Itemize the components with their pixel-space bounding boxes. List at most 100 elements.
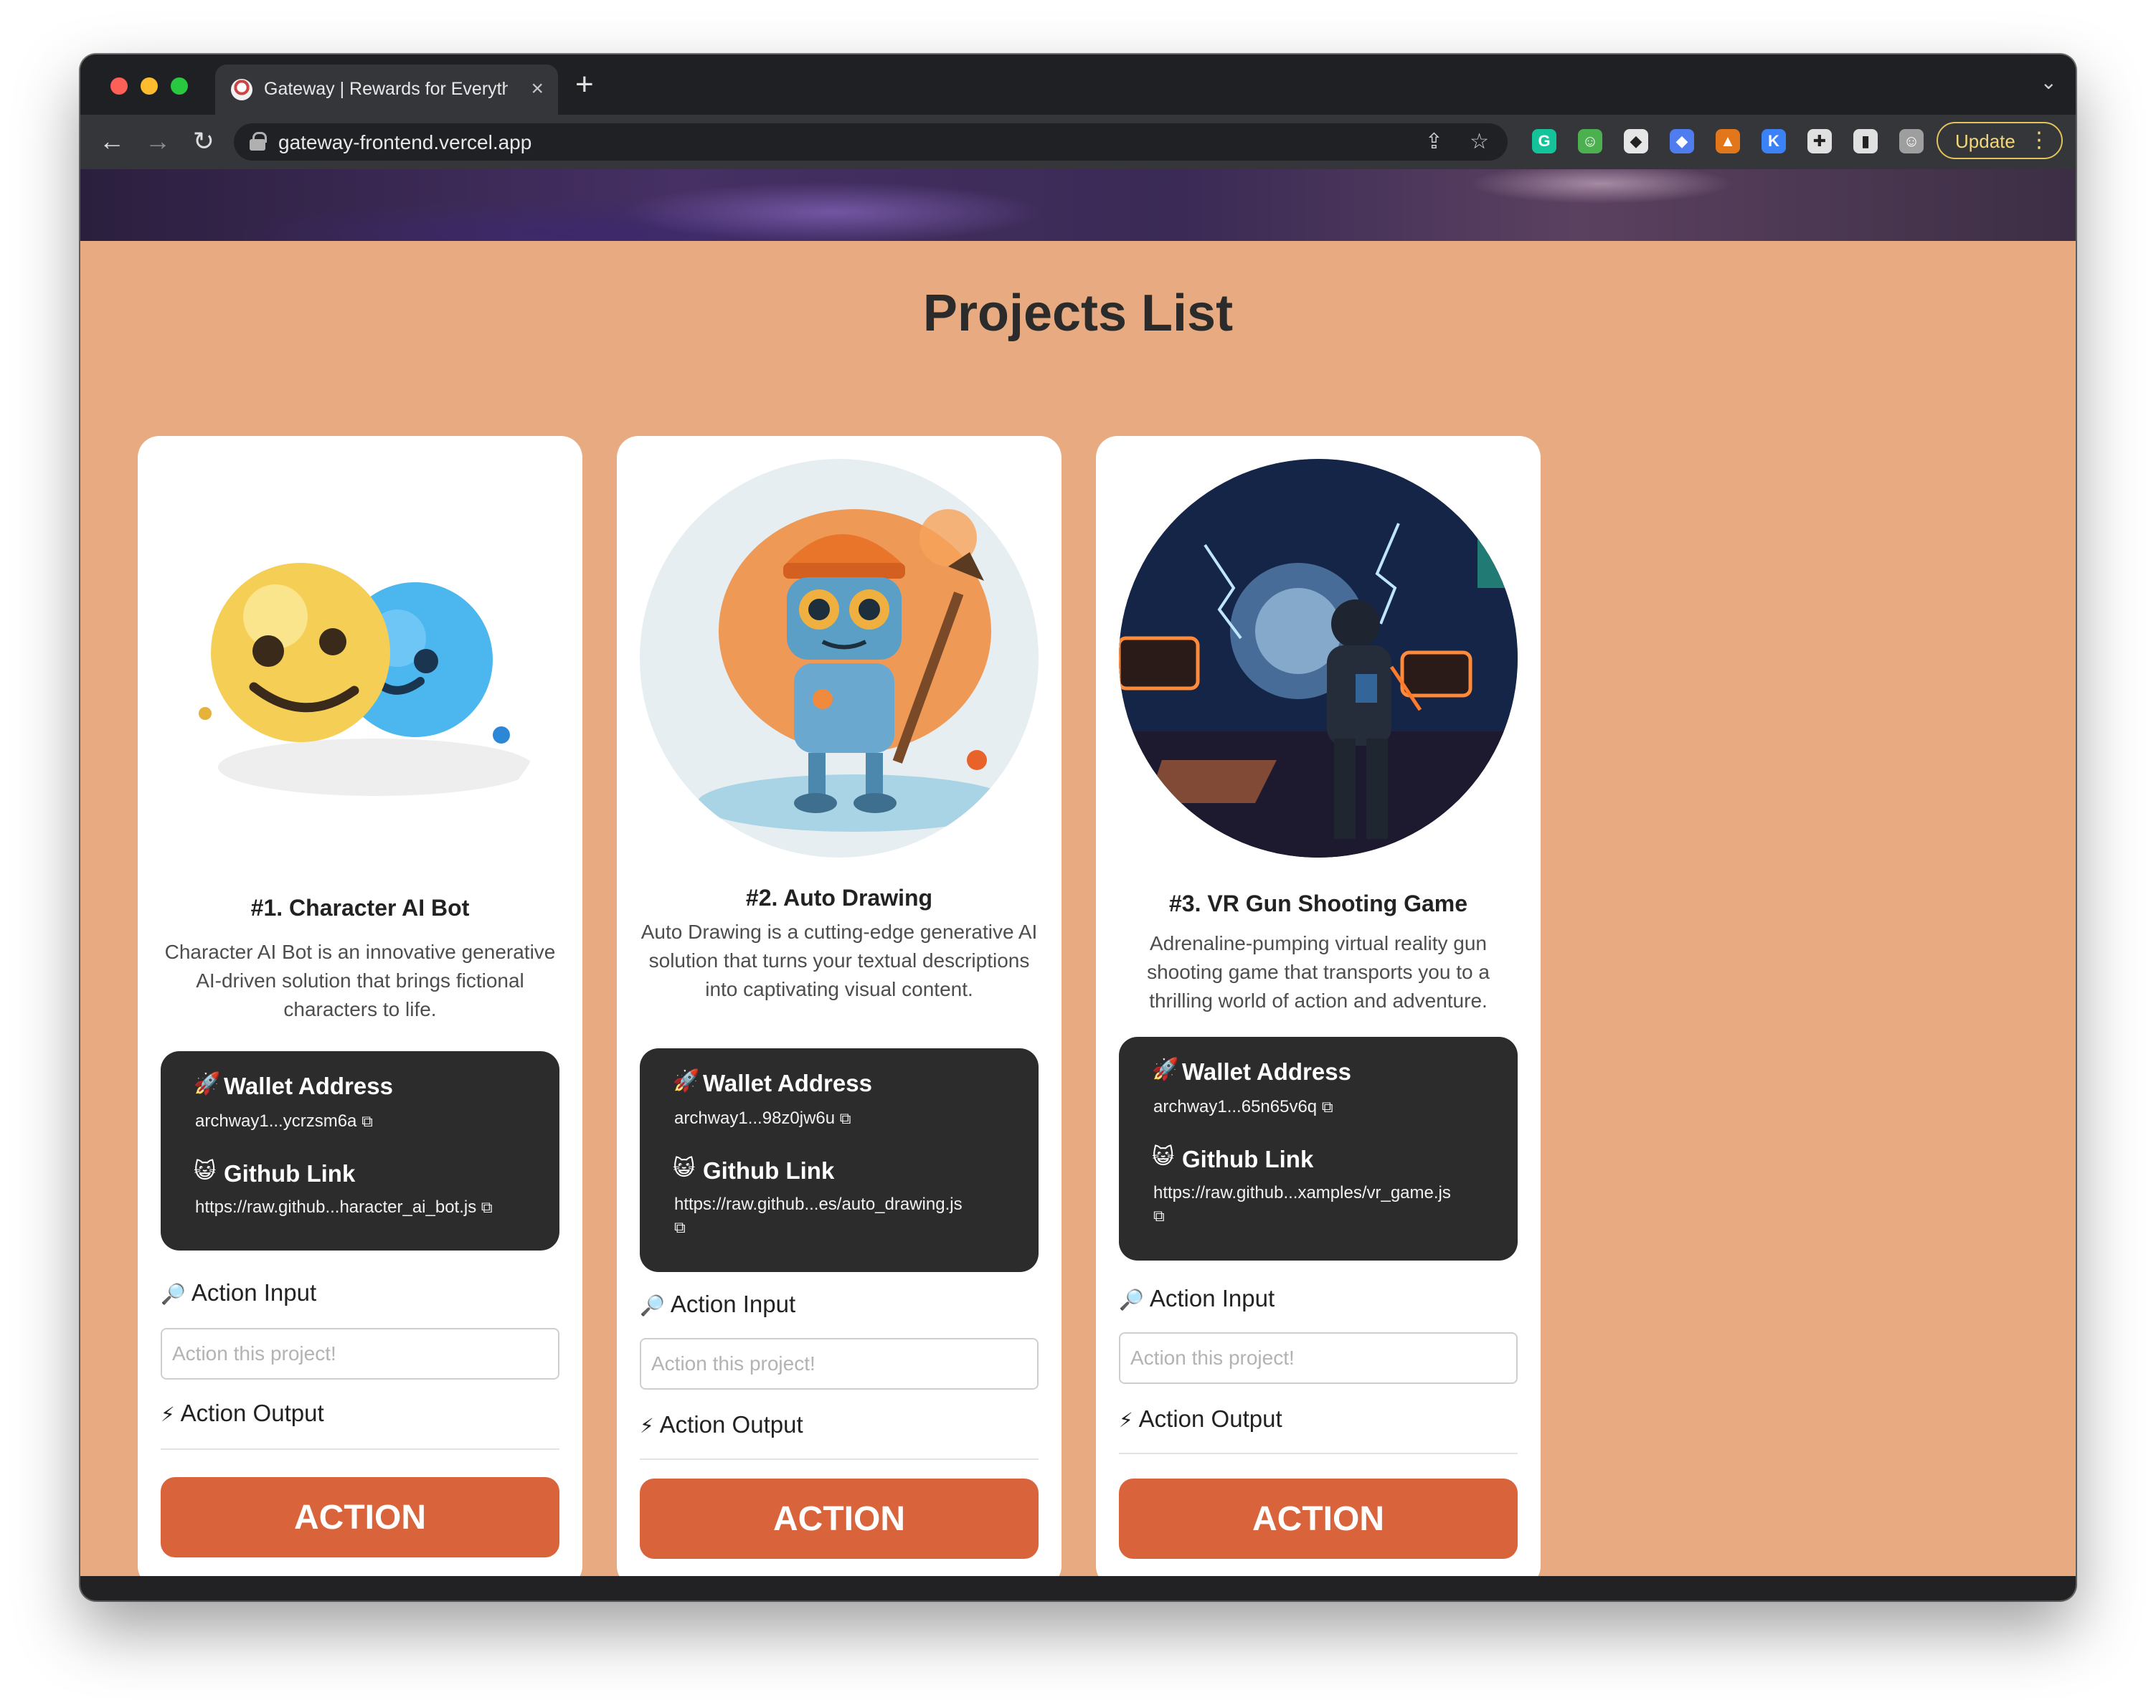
cat-icon: 😺	[673, 1157, 696, 1180]
puzzle-extensions-icon[interactable]: ✚	[1807, 129, 1832, 153]
github-link-value[interactable]: https://raw.github...es/auto_drawing.js	[674, 1195, 963, 1214]
action-output-label-text: Action Output	[659, 1411, 803, 1438]
action-button[interactable]: ACTION	[1119, 1479, 1518, 1559]
copy-icon[interactable]: ⧉	[840, 1109, 851, 1127]
keplr-extension-icon[interactable]: K	[1762, 129, 1786, 153]
wallet-address-row: archway1...ycrzsm6a ⧉	[195, 1110, 539, 1133]
wallet-address-value: archway1...98z0jw6u	[674, 1109, 836, 1128]
output-divider	[161, 1448, 559, 1450]
share-icon[interactable]: ⇪	[1425, 129, 1443, 154]
action-input-label: 🔎 Action Input	[1119, 1285, 1275, 1312]
gem-extension-icon[interactable]: ◆	[1670, 129, 1694, 153]
action-output-label: ⚡ Action Output	[161, 1400, 324, 1427]
rocket-icon: 🚀	[1152, 1058, 1179, 1081]
project-image	[640, 459, 1039, 858]
lightning-icon: ⚡	[1119, 1409, 1133, 1431]
address-bar[interactable]: gateway-frontend.vercel.app ⇪ ☆	[234, 123, 1508, 161]
output-divider	[640, 1458, 1039, 1460]
github-link-value[interactable]: https://raw.github...xamples/vr_game.js	[1153, 1183, 1451, 1202]
smiley-emoji-image	[161, 459, 559, 858]
project-card: #1. Character AI Bot Character AI Bot is…	[138, 436, 582, 1588]
action-output-label: ⚡ Action Output	[1119, 1405, 1282, 1433]
cat-icon: 😺	[1152, 1145, 1175, 1169]
hero-banner-image	[80, 169, 2076, 241]
tab-gateway[interactable]: Gateway | Rewards for Everything ×	[215, 65, 558, 115]
project-info-box: 🚀 Wallet Address archway1...98z0jw6u ⧉ 😺…	[640, 1048, 1039, 1272]
robot-extension-icon[interactable]: ☺	[1578, 129, 1602, 153]
tab-title: Gateway | Rewards for Everything	[264, 79, 508, 99]
update-button[interactable]: Update ⋮	[1937, 122, 2063, 159]
action-input-label: 🔎 Action Input	[640, 1291, 795, 1318]
action-input-label: 🔎 Action Input	[161, 1279, 316, 1306]
kebab-menu-icon[interactable]: ⋮	[2028, 128, 2050, 153]
github-link-row: https://raw.github...es/auto_drawing.js …	[674, 1193, 1018, 1239]
copy-icon[interactable]: ⧉	[1322, 1098, 1333, 1116]
project-image	[1119, 459, 1518, 858]
metamask-fox-icon[interactable]: ▲	[1716, 129, 1740, 153]
page-viewport: Projects List #1. Character AI Bot Chara…	[80, 169, 2076, 1600]
copy-icon[interactable]: ⧉	[674, 1218, 686, 1236]
reload-icon[interactable]: ↻	[189, 126, 218, 156]
github-link-row: https://raw.github...xamples/vr_game.js …	[1153, 1182, 1498, 1228]
tab-search-chevron-icon[interactable]: ⌄	[2041, 70, 2057, 94]
wallet-address-heading: Wallet Address	[224, 1073, 393, 1099]
github-link-heading: Github Link	[224, 1160, 356, 1187]
maximize-window-button[interactable]	[171, 77, 188, 95]
project-info-box: 🚀 Wallet Address archway1...65n65v6q ⧉ 😺…	[1119, 1037, 1518, 1261]
page-footer-bar	[80, 1576, 2076, 1600]
shield-extension-icon[interactable]: ◆	[1624, 129, 1648, 153]
github-link-heading: Github Link	[703, 1157, 835, 1184]
github-link-row: https://raw.github...haracter_ai_bot.js …	[195, 1196, 539, 1219]
lightning-icon: ⚡	[640, 1415, 654, 1437]
gateway-favicon-icon	[231, 79, 252, 100]
wallet-address-heading: Wallet Address	[1182, 1058, 1351, 1085]
action-input[interactable]	[1119, 1332, 1518, 1384]
action-input-label-text: Action Input	[191, 1279, 317, 1306]
magnifier-icon: 🔎	[161, 1283, 186, 1305]
wallet-address-value: archway1...65n65v6q	[1153, 1097, 1318, 1116]
project-description: Adrenaline-pumping virtual reality gun s…	[1147, 932, 1490, 1012]
output-divider	[1119, 1453, 1518, 1454]
copy-icon[interactable]: ⧉	[481, 1198, 493, 1216]
github-link-value[interactable]: https://raw.github...haracter_ai_bot.js	[195, 1197, 476, 1217]
side-panel-icon[interactable]: ▮	[1853, 129, 1878, 153]
browser-toolbar: ← → ↻ gateway-frontend.vercel.app ⇪ ☆ G ☺…	[80, 115, 2076, 169]
tab-close-icon[interactable]: ×	[531, 76, 544, 102]
profile-avatar-icon[interactable]: ☺	[1899, 129, 1924, 153]
rocket-icon: 🚀	[194, 1072, 221, 1096]
action-output-label: ⚡ Action Output	[640, 1411, 803, 1438]
action-input[interactable]	[640, 1338, 1039, 1390]
action-input[interactable]	[161, 1328, 559, 1380]
url-text[interactable]: gateway-frontend.vercel.app	[278, 131, 531, 154]
wallet-address-row: archway1...65n65v6q ⧉	[1153, 1096, 1498, 1119]
copy-icon[interactable]: ⧉	[1153, 1207, 1165, 1225]
project-title: #2. Auto Drawing	[745, 885, 933, 911]
project-card: #2. Auto Drawing Auto Drawing is a cutti…	[617, 436, 1062, 1588]
cat-icon: 😺	[194, 1159, 217, 1183]
project-title: #3. VR Gun Shooting Game	[1168, 891, 1468, 916]
minimize-window-button[interactable]	[141, 77, 158, 95]
action-output-label-text: Action Output	[1138, 1405, 1282, 1432]
new-tab-button[interactable]: +	[575, 67, 594, 102]
forward-arrow-icon[interactable]: →	[143, 126, 172, 156]
grammarly-extension-icon[interactable]: G	[1532, 129, 1556, 153]
action-button[interactable]: ACTION	[161, 1477, 559, 1557]
project-title: #1. Character AI Bot	[250, 895, 470, 921]
rocket-icon: 🚀	[673, 1069, 700, 1093]
lock-icon-body	[250, 139, 265, 151]
copy-icon[interactable]: ⧉	[361, 1112, 373, 1130]
project-image	[161, 459, 559, 858]
action-button[interactable]: ACTION	[640, 1479, 1039, 1559]
tab-strip: Gateway | Rewards for Everything × + ⌄	[80, 54, 2076, 115]
github-link-heading: Github Link	[1182, 1146, 1314, 1172]
action-input-label-text: Action Input	[670, 1291, 796, 1317]
wallet-address-row: archway1...98z0jw6u ⧉	[674, 1107, 1018, 1130]
bookmark-star-icon[interactable]: ☆	[1470, 129, 1489, 154]
project-info-box: 🚀 Wallet Address archway1...ycrzsm6a ⧉ 😺…	[161, 1051, 559, 1251]
project-description: Auto Drawing is a cutting-edge generativ…	[640, 921, 1038, 1000]
magnifier-icon: 🔎	[640, 1294, 665, 1316]
back-arrow-icon[interactable]: ←	[98, 126, 126, 156]
painter-robot-image	[640, 459, 1039, 858]
project-card: #3. VR Gun Shooting Game Adrenaline-pump…	[1096, 436, 1541, 1588]
close-window-button[interactable]	[110, 77, 128, 95]
